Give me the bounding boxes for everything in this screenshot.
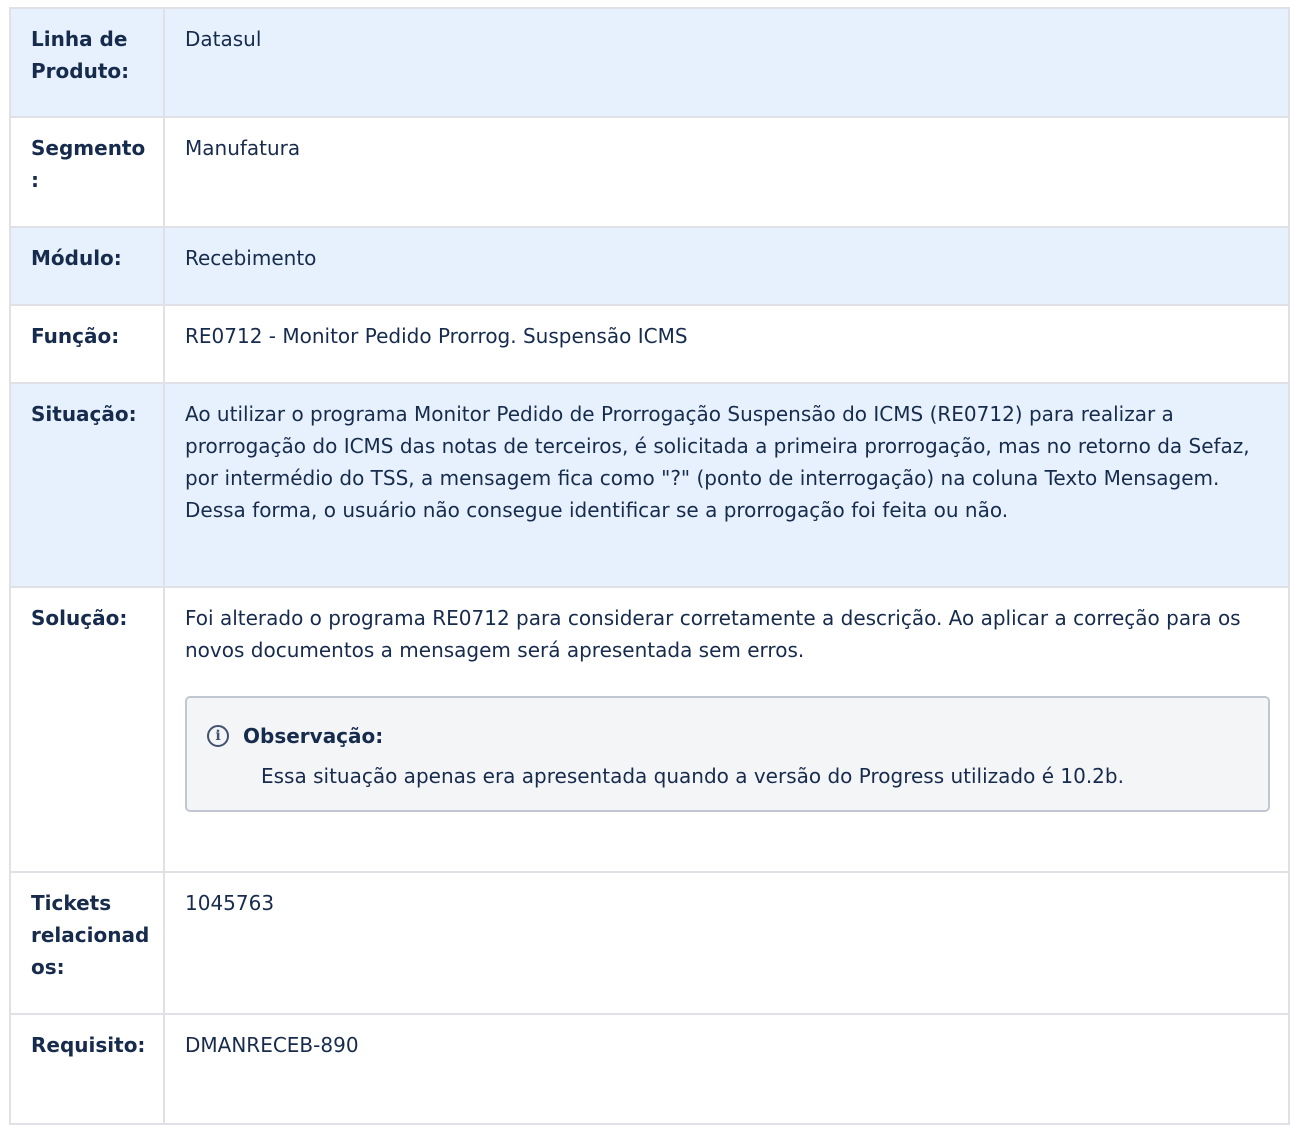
row-modulo: Módulo: Recebimento	[9, 226, 1290, 306]
label-linha-de-produto: Linha de Produto:	[9, 7, 165, 118]
note-panel-header: i Observação:	[207, 720, 1248, 752]
release-note-table: Linha de Produto: Datasul Segmento: Manu…	[9, 7, 1290, 1125]
row-requisito: Requisito: DMANRECEB-890	[9, 1013, 1290, 1125]
value-requisito: DMANRECEB-890	[163, 1013, 1290, 1125]
value-situacao: Ao utilizar o programa Monitor Pedido de…	[163, 382, 1290, 588]
row-tickets-relacionados: Tickets relacionados: 1045763	[9, 871, 1290, 1015]
row-segmento: Segmento: Manufatura	[9, 116, 1290, 228]
value-segmento: Manufatura	[163, 116, 1290, 228]
info-icon: i	[207, 725, 229, 747]
label-tickets-relacionados: Tickets relacionados:	[9, 871, 165, 1015]
value-tickets-relacionados: 1045763	[163, 871, 1290, 1015]
label-solucao: Solução:	[9, 586, 165, 873]
row-linha-de-produto: Linha de Produto: Datasul	[9, 7, 1290, 118]
value-funcao: RE0712 - Monitor Pedido Prorrog. Suspens…	[163, 304, 1290, 384]
label-requisito: Requisito:	[9, 1013, 165, 1125]
label-situacao: Situação:	[9, 382, 165, 588]
solucao-text: Foi alterado o programa RE0712 para cons…	[185, 606, 1241, 662]
value-linha-de-produto: Datasul	[163, 7, 1290, 118]
label-funcao: Função:	[9, 304, 165, 384]
row-funcao: Função: RE0712 - Monitor Pedido Prorrog.…	[9, 304, 1290, 384]
label-solucao-text: Solução:	[31, 606, 128, 630]
label-segmento: Segmento:	[9, 116, 165, 228]
row-situacao: Situação: Ao utilizar o programa Monitor…	[9, 382, 1290, 588]
document-page: Linha de Produto: Datasul Segmento: Manu…	[0, 0, 1290, 1125]
value-solucao: Foi alterado o programa RE0712 para cons…	[163, 586, 1290, 873]
note-panel: i Observação: Essa situação apenas era a…	[185, 696, 1270, 812]
row-solucao: Solução: Foi alterado o programa RE0712 …	[9, 586, 1290, 873]
note-title: Observação:	[243, 724, 384, 748]
value-modulo: Recebimento	[163, 226, 1290, 306]
note-text: Essa situação apenas era apresentada qua…	[261, 764, 1124, 788]
label-modulo: Módulo:	[9, 226, 165, 306]
